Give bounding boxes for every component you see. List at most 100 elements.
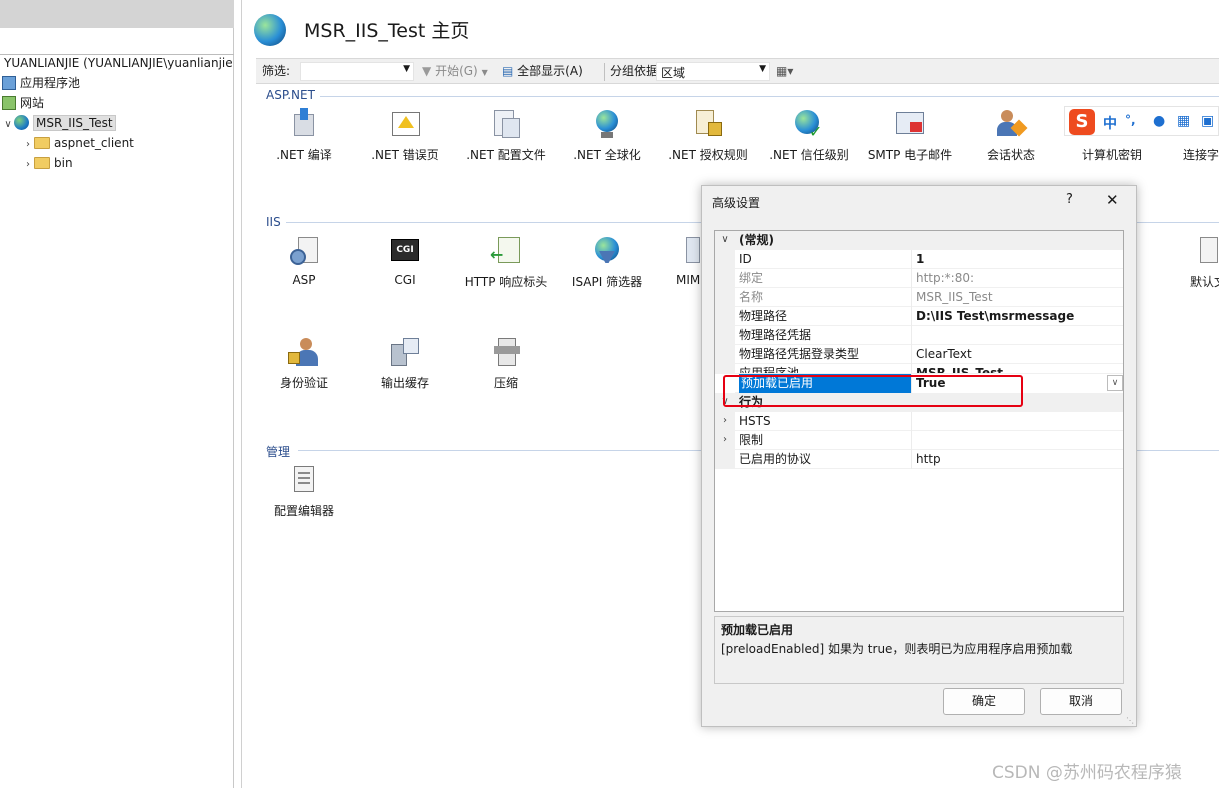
show-all-label: 全部显示(A) xyxy=(517,64,583,78)
tree-item-aspnet-client[interactable]: › aspnet_client xyxy=(22,134,134,153)
feature-http-response-headers[interactable]: ← HTTP 响应标头 xyxy=(458,235,554,290)
property-row[interactable]: 物理路径凭据登录类型 ClearText xyxy=(715,345,1123,364)
chevron-right-icon[interactable]: › xyxy=(22,135,34,154)
property-value[interactable] xyxy=(911,326,1123,345)
property-value[interactable]: MSR_IIS_Test xyxy=(911,364,1123,373)
view-toggle-icon[interactable]: ▦▾ xyxy=(776,63,793,80)
chevron-down-icon: ▼ xyxy=(481,68,488,77)
microphone-icon[interactable]: ● xyxy=(1153,113,1165,129)
default-document-icon xyxy=(1200,235,1219,267)
feature-net-authorization[interactable]: .NET 授权规则 xyxy=(660,108,756,163)
property-row[interactable]: ID 1 xyxy=(715,250,1123,269)
property-value[interactable] xyxy=(911,412,1123,431)
property-description: 预加载已启用 [preloadEnabled] 如果为 true，则表明已为应用… xyxy=(714,616,1124,684)
property-row[interactable]: › HSTS xyxy=(715,412,1123,431)
feature-label: 配置编辑器 xyxy=(273,504,334,518)
ime-mode[interactable]: 中 xyxy=(1103,113,1117,133)
globalization-icon xyxy=(591,108,623,140)
globe-icon xyxy=(14,115,29,130)
show-all-button[interactable]: ▤ 全部显示(A) xyxy=(502,63,583,80)
feature-session-state[interactable]: 会话状态 xyxy=(963,108,1059,163)
feature-configuration-editor[interactable]: 配置编辑器 xyxy=(256,464,352,519)
divider xyxy=(604,63,605,81)
feature-cgi[interactable]: CGI CGI xyxy=(357,235,453,287)
property-value[interactable] xyxy=(911,431,1123,450)
config-editor-icon xyxy=(288,464,320,496)
chevron-down-icon[interactable]: ∨ xyxy=(2,115,14,134)
keyboard-icon[interactable]: ▦ xyxy=(1177,113,1190,129)
property-row[interactable]: 名称 MSR_IIS_Test xyxy=(715,288,1123,307)
feature-net-profile[interactable]: .NET 配置文件 xyxy=(458,108,554,163)
resize-grip-icon[interactable]: ⋱ xyxy=(1126,716,1134,725)
feature-compression[interactable]: 压缩 xyxy=(458,336,554,391)
category-general[interactable]: ∨ (常规) xyxy=(715,231,1123,250)
property-value[interactable]: ClearText xyxy=(911,345,1123,364)
property-value[interactable]: http xyxy=(911,450,1123,469)
sogou-logo-icon: S xyxy=(1069,109,1095,135)
filter-input[interactable]: ▼ xyxy=(300,62,414,81)
ime-punct[interactable]: °, xyxy=(1125,113,1136,127)
compression-icon xyxy=(490,336,522,368)
skin-icon[interactable]: ▣ xyxy=(1201,113,1214,129)
property-value[interactable]: 1 xyxy=(911,250,1123,269)
feature-authentication[interactable]: 身份验证 xyxy=(256,336,352,391)
row-gutter xyxy=(715,288,735,307)
asp-icon xyxy=(288,235,320,267)
tree-item-sites[interactable]: 网站 xyxy=(2,94,44,113)
isapi-filter-icon xyxy=(591,235,623,267)
feature-output-caching[interactable]: 输出缓存 xyxy=(357,336,453,391)
error-page-icon xyxy=(389,108,421,140)
feature-asp[interactable]: ASP xyxy=(256,235,352,287)
tree-item-site-msr[interactable]: ∨ MSR_IIS_Test xyxy=(2,114,116,133)
cancel-button[interactable]: 取消 xyxy=(1040,688,1122,715)
chevron-down-icon[interactable]: ∨ xyxy=(1107,375,1123,391)
property-row[interactable]: 绑定 http:*:80: xyxy=(715,269,1123,288)
start-button[interactable]: ▼ 开始(G) ▼ xyxy=(422,63,488,81)
chevron-right-icon[interactable]: › xyxy=(22,155,34,174)
tree-item-label: 网站 xyxy=(20,96,45,110)
feature-default-document[interactable]: 默认文 xyxy=(1182,235,1219,290)
tree-item-label: bin xyxy=(54,156,73,170)
property-row[interactable]: 物理路径凭据 xyxy=(715,326,1123,345)
tree-item-bin[interactable]: › bin xyxy=(22,154,73,173)
chevron-down-icon[interactable]: ∨ xyxy=(715,231,735,250)
chevron-right-icon[interactable]: › xyxy=(715,412,735,431)
feature-label: ASP xyxy=(292,273,316,287)
property-name: HSTS xyxy=(739,414,771,428)
feature-label: ISAPI 筛选器 xyxy=(571,275,643,289)
property-name: 限制 xyxy=(739,433,764,447)
feature-isapi-filters[interactable]: ISAPI 筛选器 xyxy=(559,235,655,290)
connection-node[interactable]: YUANLIANJIE (YUANLIANJIE\yuanlianjie xyxy=(0,54,234,72)
chevron-right-icon[interactable]: › xyxy=(715,431,735,450)
feature-net-trust-levels[interactable]: ✓ .NET 信任级别 xyxy=(761,108,857,163)
ok-button[interactable]: 确定 xyxy=(943,688,1025,715)
ime-toolbar[interactable]: S 中 °, ● ▦ ▣ xyxy=(1064,106,1219,136)
tree-toolbar xyxy=(0,0,234,28)
show-all-icon: ▤ xyxy=(502,64,514,78)
group-by-value: 区域 xyxy=(661,66,686,80)
feature-label: 计算机密钥 xyxy=(1081,148,1142,162)
highlight-annotation xyxy=(723,375,1023,407)
property-row[interactable]: 应用程序池 MSR_IIS_Test xyxy=(715,364,1123,374)
help-button[interactable]: ? xyxy=(1066,192,1073,207)
response-headers-icon: ← xyxy=(490,235,522,267)
row-gutter xyxy=(715,326,735,345)
feature-label: .NET 授权规则 xyxy=(668,148,748,162)
property-value[interactable]: D:\IIS Test\msrmessage xyxy=(911,307,1123,326)
property-row[interactable]: › 限制 xyxy=(715,431,1123,450)
feature-label: 输出缓存 xyxy=(380,376,429,390)
session-state-icon xyxy=(995,108,1028,140)
feature-net-error-pages[interactable]: .NET 错误页 xyxy=(357,108,453,163)
group-by-select[interactable]: 区域 ▼ xyxy=(656,62,770,81)
property-value[interactable]: http:*:80: xyxy=(911,269,1123,288)
section-iis-label: IIS xyxy=(266,215,281,229)
property-row[interactable]: 物理路径 D:\IIS Test\msrmessage xyxy=(715,307,1123,326)
feature-net-globalization[interactable]: .NET 全球化 xyxy=(559,108,655,163)
feature-net-compilation[interactable]: .NET 编译 xyxy=(256,108,352,163)
row-gutter xyxy=(715,345,735,364)
property-value[interactable]: MSR_IIS_Test xyxy=(911,288,1123,307)
tree-item-app-pools[interactable]: 应用程序池 xyxy=(2,74,80,93)
feature-smtp-email[interactable]: SMTP 电子邮件 xyxy=(862,108,958,163)
property-row[interactable]: 已启用的协议 http xyxy=(715,450,1123,469)
close-button[interactable]: ✕ xyxy=(1106,191,1119,209)
